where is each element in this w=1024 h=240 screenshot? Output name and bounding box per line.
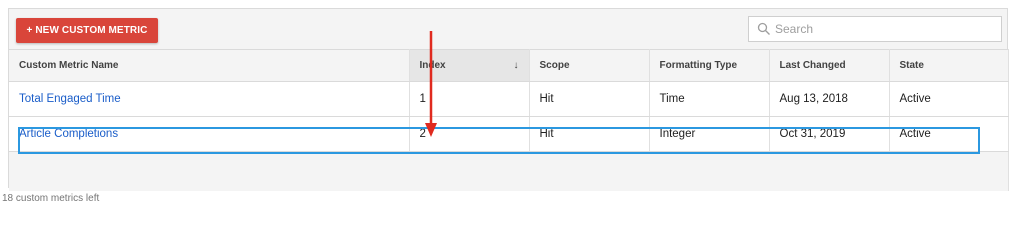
column-header-name[interactable]: Custom Metric Name <box>9 49 410 82</box>
table-header-row: Custom Metric Name Index ↓ Scope Formatt… <box>9 49 1009 82</box>
table-row[interactable]: Total Engaged Time 1 Hit Time Aug 13, 20… <box>9 81 1009 117</box>
metric-last-changed-cell: Oct 31, 2019 <box>769 116 890 152</box>
metric-state-cell: Active <box>889 116 1009 152</box>
custom-metrics-table: Custom Metric Name Index ↓ Scope Formatt… <box>9 49 1009 191</box>
red-arrow-icon <box>425 31 437 137</box>
metric-name-cell: Total Engaged Time <box>9 81 410 117</box>
search-input[interactable] <box>775 22 995 36</box>
column-header-last-changed[interactable]: Last Changed <box>769 49 890 82</box>
metric-formatting-cell: Time <box>649 81 770 117</box>
metrics-remaining-text: 18 custom metrics left <box>2 193 100 204</box>
metric-name-link[interactable]: Total Engaged Time <box>19 93 121 105</box>
column-header-scope[interactable]: Scope <box>529 49 650 82</box>
metric-name-link[interactable]: Article Completions <box>19 128 118 140</box>
empty-row-cell <box>9 151 1009 191</box>
empty-row <box>9 151 1009 191</box>
search-icon <box>757 22 770 35</box>
metric-name-cell: Article Completions <box>9 116 410 152</box>
toolbar: + NEW CUSTOM METRIC <box>9 9 1007 49</box>
table-row[interactable]: Article Completions 2 Hit Integer Oct 31… <box>9 116 1009 152</box>
metric-last-changed-cell: Aug 13, 2018 <box>769 81 890 117</box>
metric-formatting-cell: Integer <box>649 116 770 152</box>
column-header-formatting-type[interactable]: Formatting Type <box>649 49 770 82</box>
custom-metrics-panel: + NEW CUSTOM METRIC Custom Metric Name I… <box>8 8 1009 191</box>
search-box[interactable] <box>748 16 1002 42</box>
metric-state-cell: Active <box>889 81 1009 117</box>
sort-down-icon: ↓ <box>513 60 519 71</box>
metric-scope-cell: Hit <box>529 81 650 117</box>
column-header-state[interactable]: State <box>889 49 1009 82</box>
new-custom-metric-button[interactable]: + NEW CUSTOM METRIC <box>16 18 158 43</box>
metric-scope-cell: Hit <box>529 116 650 152</box>
